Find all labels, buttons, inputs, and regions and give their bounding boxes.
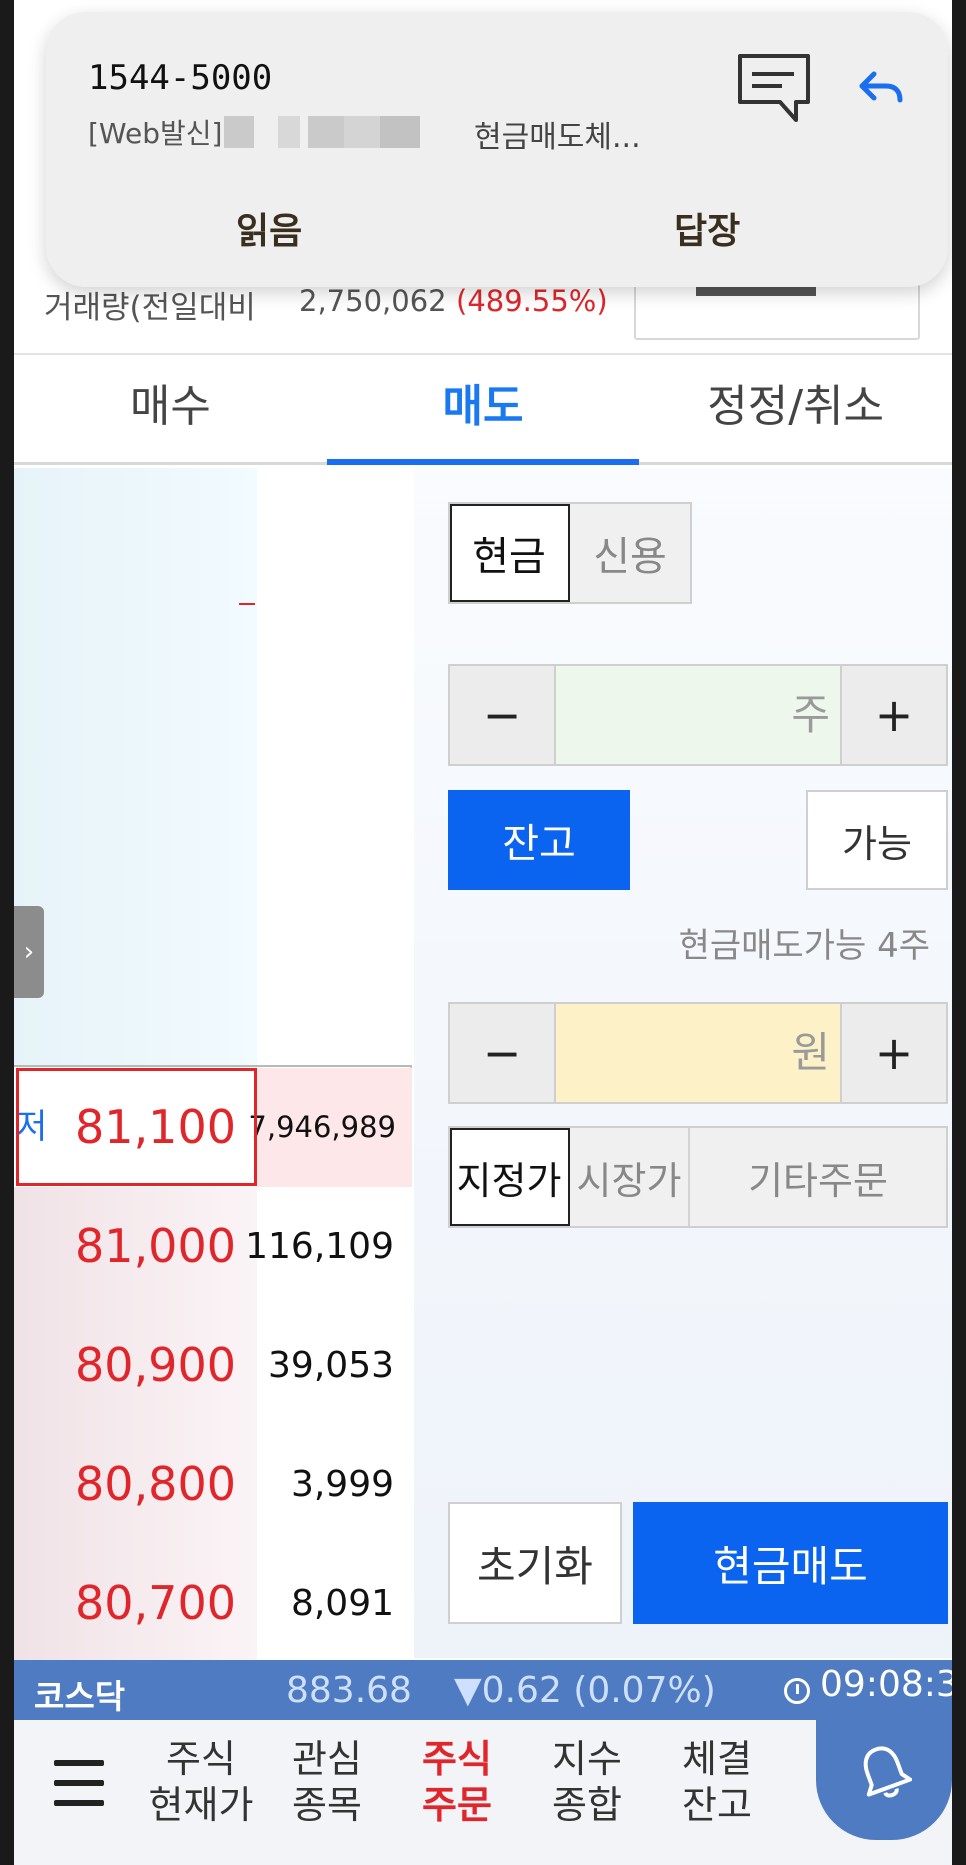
price-decrease-button[interactable]: − bbox=[450, 1004, 554, 1102]
tab-buy[interactable]: 매수 bbox=[14, 357, 327, 462]
price-increase-button[interactable]: + bbox=[842, 1004, 946, 1102]
bottom-nav: 주식 현재가 관심 종목 주식 주문 지수 종합 체결 잔고 bbox=[14, 1720, 952, 1865]
order-book: › 저 81,100 7,946,989 81,000 116,109 80,9… bbox=[14, 468, 412, 1663]
market-order-option[interactable]: 시장가 bbox=[570, 1128, 690, 1226]
side-panel-handle[interactable]: › bbox=[14, 906, 44, 998]
bid-qty: 3,999 bbox=[290, 1464, 394, 1505]
sms-notification[interactable]: 1544-5000 [Web발신] 현금매도체... 읽음 답장 bbox=[46, 12, 948, 287]
chat-icon[interactable] bbox=[736, 52, 814, 126]
nav-stock-order[interactable]: 주식 주문 bbox=[402, 1736, 512, 1828]
volume-change-pct: (489.55%) bbox=[456, 284, 608, 318]
bid-row[interactable]: 80,700 8,091 bbox=[14, 1544, 412, 1663]
nav-index-summary[interactable]: 지수 종합 bbox=[532, 1736, 642, 1828]
notification-prefix: [Web발신] bbox=[88, 117, 223, 150]
bid-price: 80,700 bbox=[75, 1576, 236, 1630]
quantity-field[interactable]: 주 bbox=[554, 666, 842, 764]
reset-button[interactable]: 초기화 bbox=[448, 1502, 622, 1624]
volume-value: 2,750,062 bbox=[299, 284, 447, 318]
stock-order-screen: 거래량(전일대비 2,750,062 (489.55%) 매수 매도 정정/취소… bbox=[14, 0, 952, 1865]
other-order-option[interactable]: 기타주문 bbox=[690, 1128, 946, 1226]
bid-price: 81,000 bbox=[75, 1219, 236, 1273]
order-type-toggle: 지정가 시장가 기타주문 bbox=[448, 1126, 948, 1228]
menu-icon[interactable] bbox=[54, 1760, 104, 1806]
account-type-toggle: 현금 신용 bbox=[448, 502, 692, 604]
bell-icon bbox=[863, 1746, 912, 1798]
limit-order-option[interactable]: 지정가 bbox=[450, 1128, 570, 1226]
reply-icon[interactable] bbox=[858, 70, 904, 106]
bid-qty: 8,091 bbox=[290, 1583, 394, 1624]
redacted-text bbox=[224, 116, 254, 148]
selected-price-frame bbox=[16, 1068, 257, 1186]
balance-button[interactable]: 잔고 bbox=[448, 790, 630, 890]
bid-row[interactable]: 저 81,100 7,946,989 bbox=[14, 1068, 412, 1187]
index-value: 883.68 bbox=[286, 1670, 412, 1711]
index-change: ▼0.62 (0.07%) bbox=[454, 1670, 716, 1711]
available-quantity-text: 현금매도가능 4주 bbox=[678, 926, 930, 966]
nav-watchlist[interactable]: 관심 종목 bbox=[272, 1736, 382, 1828]
quantity-stepper: − 주 + bbox=[448, 664, 948, 766]
price-marker bbox=[239, 603, 255, 605]
bid-qty: 7,946,989 bbox=[248, 1110, 396, 1144]
cash-sell-button[interactable]: 현금매도 bbox=[633, 1502, 948, 1624]
nav-stock-price[interactable]: 주식 현재가 bbox=[146, 1736, 256, 1828]
ask-qty-area bbox=[257, 468, 412, 1066]
nav-execution-balance[interactable]: 체결 잔고 bbox=[662, 1736, 772, 1828]
bid-qty: 116,109 bbox=[245, 1226, 394, 1267]
bid-price: 80,800 bbox=[75, 1457, 236, 1511]
bid-qty: 39,053 bbox=[268, 1345, 394, 1386]
notification-preview: 현금매도체... bbox=[474, 120, 641, 155]
tab-modify-cancel[interactable]: 정정/취소 bbox=[639, 357, 952, 462]
notification-sender: 1544-5000 bbox=[88, 58, 273, 98]
reply-button[interactable]: 답장 bbox=[674, 202, 740, 254]
price-stepper: − 원 + bbox=[448, 1002, 948, 1104]
volume-label: 거래량(전일대비 bbox=[44, 290, 256, 326]
index-ticker[interactable]: 코스닥 883.68 ▼0.62 (0.07%) 09:08:30 bbox=[14, 1660, 952, 1720]
index-name: 코스닥 bbox=[34, 1677, 126, 1716]
order-panel: 현금 신용 − 주 + 잔고 가능 현금매도가능 4주 − 원 + 지정가 시장… bbox=[414, 468, 952, 1658]
bid-row[interactable]: 81,000 116,109 bbox=[14, 1187, 412, 1306]
credit-option[interactable]: 신용 bbox=[570, 504, 690, 602]
bid-list: 저 81,100 7,946,989 81,000 116,109 80,900… bbox=[14, 1068, 412, 1663]
tab-sell[interactable]: 매도 bbox=[326, 357, 640, 465]
bid-row[interactable]: 80,900 39,053 bbox=[14, 1306, 412, 1425]
available-button[interactable]: 가능 bbox=[806, 790, 948, 890]
ticker-time: 09:08:30 bbox=[820, 1664, 952, 1705]
clock-icon bbox=[784, 1678, 810, 1704]
price-field[interactable]: 원 bbox=[554, 1004, 842, 1102]
bid-row[interactable]: 80,800 3,999 bbox=[14, 1425, 412, 1544]
order-tabs: 매수 매도 정정/취소 bbox=[14, 357, 952, 465]
cash-option[interactable]: 현금 bbox=[450, 504, 570, 602]
qty-increase-button[interactable]: + bbox=[842, 666, 946, 764]
bid-price: 80,900 bbox=[75, 1338, 236, 1392]
mark-read-button[interactable]: 읽음 bbox=[236, 202, 302, 254]
qty-decrease-button[interactable]: − bbox=[450, 666, 554, 764]
ask-area bbox=[14, 468, 257, 1066]
alert-button[interactable] bbox=[816, 1720, 952, 1840]
